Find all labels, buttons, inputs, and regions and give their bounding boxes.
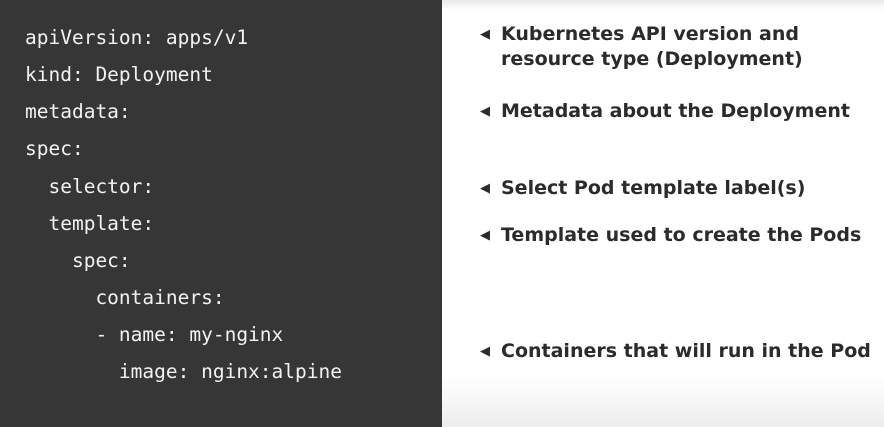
code-line-metadata: metadata: <box>25 100 131 123</box>
note-text: Kubernetes API version and resource type… <box>501 23 803 70</box>
code-line-template-spec: spec: <box>25 249 131 272</box>
code-line-selector: selector: <box>25 175 155 198</box>
yaml-code-panel: apiVersion: apps/v1 kind: Deployment met… <box>0 0 442 427</box>
note-text: Containers that will run in the Pod <box>501 340 871 362</box>
code-line-spec: spec: <box>25 137 84 160</box>
code-line-template: template: <box>25 212 155 235</box>
arrow-left-icon: ◀ <box>480 27 490 42</box>
note-text: Template used to create the Pods <box>501 224 862 246</box>
arrow-left-icon: ◀ <box>480 181 490 196</box>
arrow-left-icon: ◀ <box>480 344 490 359</box>
panel-top-shadow <box>442 0 884 10</box>
code-line-containers: containers: <box>25 286 225 309</box>
code-line-api-version: apiVersion: apps/v1 <box>25 26 249 49</box>
arrow-left-icon: ◀ <box>480 104 490 119</box>
arrow-left-icon: ◀ <box>480 228 490 243</box>
note-template: ◀ Template used to create the Pods <box>480 223 875 248</box>
code-line-container-name: - name: my-nginx <box>25 323 284 346</box>
slide: apiVersion: apps/v1 kind: Deployment met… <box>0 0 884 427</box>
note-containers: ◀ Containers that will run in the Pod <box>480 339 875 364</box>
note-api-version-kind: ◀ Kubernetes API version and resource ty… <box>480 22 875 72</box>
code-line-kind: kind: Deployment <box>25 63 213 86</box>
note-text: Select Pod template label(s) <box>501 177 806 199</box>
note-text: Metadata about the Deployment <box>501 100 850 122</box>
note-selector: ◀ Select Pod template label(s) <box>480 176 875 201</box>
code-line-container-image: image: nginx:alpine <box>25 360 342 383</box>
note-metadata: ◀ Metadata about the Deployment <box>480 99 875 124</box>
